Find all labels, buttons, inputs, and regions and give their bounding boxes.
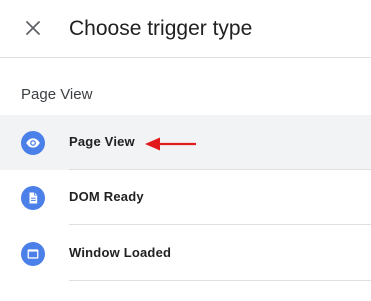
window-icon [21, 242, 45, 266]
section-heading: Page View [21, 86, 93, 103]
eye-icon [21, 131, 45, 155]
divider [69, 224, 371, 225]
trigger-type-window-loaded[interactable]: Window Loaded [0, 226, 371, 281]
annotation-arrow-icon [145, 137, 196, 151]
close-icon [26, 21, 40, 35]
trigger-type-label: Window Loaded [69, 245, 172, 260]
trigger-type-label: Page View [69, 134, 135, 149]
document-icon [21, 186, 45, 210]
panel-header: Choose trigger type [0, 0, 371, 58]
panel-title: Choose trigger type [69, 17, 253, 40]
trigger-type-label: DOM Ready [69, 189, 144, 204]
trigger-type-panel: Choose trigger type Page View Page View … [0, 0, 371, 301]
close-button[interactable] [19, 14, 47, 42]
divider [69, 280, 371, 281]
trigger-type-dom-ready[interactable]: DOM Ready [0, 170, 371, 225]
